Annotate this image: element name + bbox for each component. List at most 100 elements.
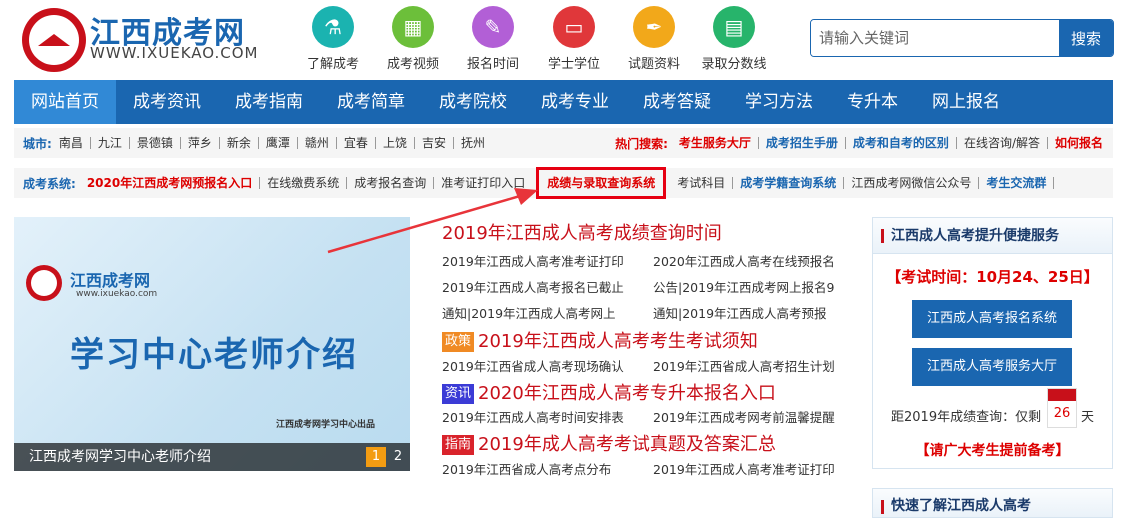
news-item[interactable]: 2019年江西省成人高考点分布 [442,459,611,478]
laptop-icon: ▭ [553,6,595,48]
pen-icon: ✒ [633,6,675,48]
news-item[interactable]: 2019年江西成人高考准考证打印 [442,251,624,270]
quick-link-label: 学士学位 [547,57,600,72]
nav-home[interactable]: 网站首页 [14,80,116,124]
hot-link-handbook[interactable]: 成考招生手册 [759,137,846,149]
countdown-days: 26 [1053,406,1071,421]
city-link[interactable]: 上饶 [376,137,415,149]
quick-understand-title: 快速了解江西成人高考 [873,489,1112,523]
news-headline-info[interactable]: 资讯 2020年江西成人高考专升本报名入口 [442,379,776,405]
banner-caption[interactable]: 江西成考网学习中心老师介绍 [14,443,410,471]
nav-majors[interactable]: 成考专业 [524,80,626,124]
system-bar: 成考系统: 2020年江西成考网预报名入口 在线缴费系统 成考报名查询 准考证打… [14,167,1113,199]
news-item[interactable]: 通知|2019年江西成人高考网上 [442,303,616,322]
news-item[interactable]: 2019年江西成人高考报名已截止 [442,277,624,296]
hot-link-consult[interactable]: 在线咨询/解答 [957,137,1048,149]
quick-link-signup-time[interactable]: ✎ 报名时间 [458,6,528,72]
headline-text: 2019年成人高考考试真题及答案汇总 [478,434,776,455]
news-headline-guide[interactable]: 指南 2019年成人高考考试真题及答案汇总 [442,430,776,456]
banner-page-2[interactable]: 2 [388,447,408,467]
city-link[interactable]: 鹰潭 [259,137,298,149]
city-link[interactable]: 萍乡 [181,137,220,149]
system-link-signup-query[interactable]: 成考报名查询 [347,177,435,189]
service-panel: 江西成人高考提升便捷服务 【考试时间：10月24、25日】 江西成人高考报名系统… [872,217,1113,469]
banner-logo-url: www.ixuekao.com [76,289,158,299]
quick-link-understand[interactable]: ⚗ 了解成考 [298,6,368,72]
quick-link-label: 录取分数线 [701,57,767,72]
system-link-group[interactable]: 考生交流群 [979,177,1055,189]
news-headline-policy[interactable]: 政策 2019年江西成人高考考生考试须知 [442,327,758,353]
city-link[interactable]: 赣州 [298,137,337,149]
service-panel-title: 江西成人高考提升便捷服务 [873,218,1112,254]
city-bar: 城市: 南昌 九江 景德镇 萍乡 新余 鹰潭 赣州 宜春 上饶 吉安 抚州 热门… [14,128,1113,158]
system-link-subjects[interactable]: 考试科目 [670,177,734,189]
nav-apply[interactable]: 网上报名 [915,80,1017,124]
system-link-score-query[interactable]: 成绩与录取查询系统 [536,167,667,199]
city-link[interactable]: 九江 [91,137,130,149]
news-item[interactable]: 2019年江西省成人高考招生计划 [653,356,835,375]
hot-link-difference[interactable]: 成考和自考的区别 [846,137,957,149]
nav-upgrade[interactable]: 专升本 [830,80,915,124]
headline-text: 2020年江西成人高考专升本报名入口 [478,383,776,404]
site-header: 江西成考网 WWW.IXUEKAO.COM ⚗ 了解成考 ▦ 成考视频 ✎ 报名… [0,0,1126,80]
city-link[interactable]: 新余 [220,137,259,149]
prepare-reminder: 【请广大考生提前备考】 [915,443,1070,459]
nav-qa[interactable]: 成考答疑 [626,80,728,124]
calendar-icon: 26 [1047,388,1077,428]
banner-logo-name: 江西成考网 [70,271,151,290]
nav-study[interactable]: 学习方法 [728,80,830,124]
news-item[interactable]: 公告|2019年江西成考网上报名9 [653,277,834,296]
headline-text: 2019年江西成人高考考生考试须知 [478,331,758,352]
hot-link-service-hall[interactable]: 考生服务大厅 [672,137,759,149]
quick-understand-panel: 快速了解江西成人高考 [872,488,1113,518]
banner-page-1[interactable]: 1 [366,447,386,467]
system-link-prereg[interactable]: 2020年江西成考网预报名入口 [80,177,261,189]
search-box: 搜索 [810,19,1114,57]
news-item[interactable]: 2019年江西省成人高考现场确认 [442,356,624,375]
city-link[interactable]: 宜春 [337,137,376,149]
nav-news[interactable]: 成考资讯 [116,80,218,124]
news-item[interactable]: 2019年江西成考网考前温馨提醒 [653,407,835,426]
info-tag: 资讯 [442,384,475,404]
news-item[interactable]: 2019年江西成人高考准考证打印 [653,459,835,478]
guide-tag: 指南 [442,435,475,455]
city-link[interactable]: 吉安 [415,137,454,149]
news-item[interactable]: 通知|2019年江西成人高考预报 [653,303,827,322]
search-input[interactable] [811,20,1059,56]
exam-time: 【考试时间：10月24、25日】 [886,268,1099,286]
city-label: 城市: [23,136,52,151]
nav-guide[interactable]: 成考指南 [218,80,320,124]
quick-link-video[interactable]: ▦ 成考视频 [378,6,448,72]
news-item[interactable]: 2020年江西成人高考在线预报名 [653,251,835,270]
main-nav: 网站首页 成考资讯 成考指南 成考简章 成考院校 成考专业 成考答疑 学习方法 … [14,80,1113,124]
system-link-status[interactable]: 成考学籍查询系统 [733,177,845,189]
quick-link-label: 成考视频 [386,57,439,72]
nav-brochure[interactable]: 成考简章 [320,80,422,124]
system-link-wechat[interactable]: 江西成考网微信公众号 [844,177,980,189]
quick-link-materials[interactable]: ✒ 试题资料 [619,6,689,72]
quick-link-label: 试题资料 [627,57,680,72]
search-button[interactable]: 搜索 [1059,20,1113,56]
quick-link-score-line[interactable]: ▤ 录取分数线 [699,6,769,72]
quick-link-degree[interactable]: ▭ 学士学位 [539,6,609,72]
banner-slider[interactable]: 江西成考网 www.ixuekao.com 学习中心老师介绍 江西成考网学习中心… [14,217,410,471]
system-link-ticket[interactable]: 准考证打印入口 [434,177,532,189]
signup-system-button[interactable]: 江西成人高考报名系统 [912,300,1072,338]
site-url: WWW.IXUEKAO.COM [90,44,259,62]
graduation-cap-icon [29,15,79,65]
city-link[interactable]: 景德镇 [130,137,181,149]
site-logo[interactable] [22,8,86,72]
hot-link-how-to-apply[interactable]: 如何报名 [1048,137,1113,149]
news-headline[interactable]: 2019年江西成人高考成绩查询时间 [442,219,722,245]
city-link[interactable]: 南昌 [52,137,91,149]
city-link[interactable]: 抚州 [454,137,492,149]
quick-link-label: 了解成考 [306,57,359,72]
policy-tag: 政策 [442,332,475,352]
news-item[interactable]: 2019年江西成人高考时间安排表 [442,407,624,426]
flask-icon: ⚗ [312,6,354,48]
days-unit: 天 [1081,410,1095,425]
building-icon: ▦ [392,6,434,48]
system-link-payment[interactable]: 在线缴费系统 [260,177,348,189]
nav-schools[interactable]: 成考院校 [422,80,524,124]
service-hall-button[interactable]: 江西成人高考服务大厅 [912,348,1072,386]
